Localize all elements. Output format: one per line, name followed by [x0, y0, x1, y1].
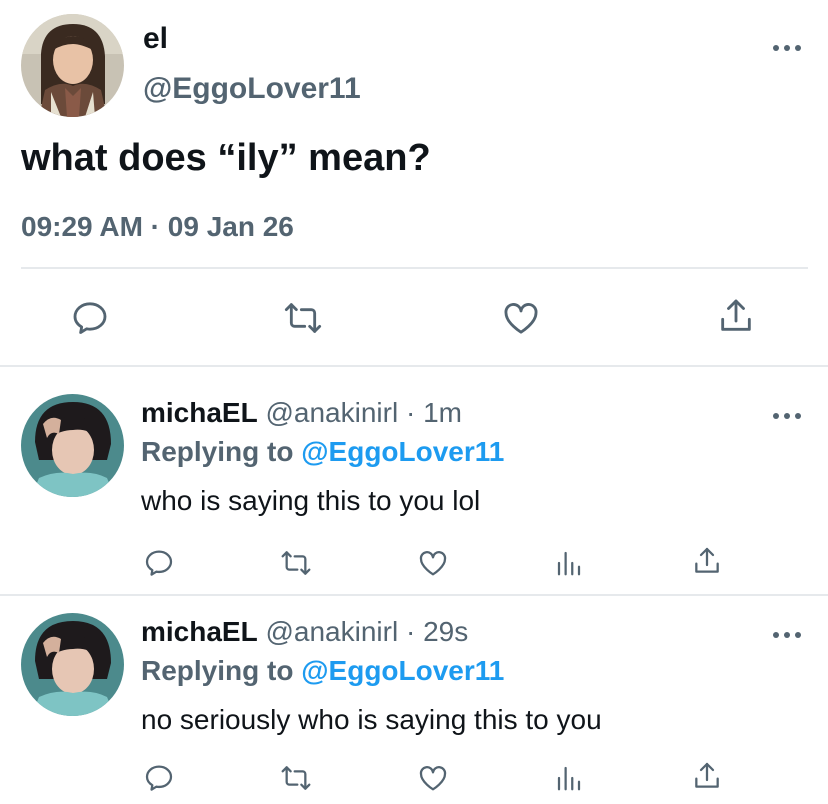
reply-tweet: michaEL @anakinirl · 1m Replying to @Egg… [0, 367, 828, 595]
analytics-icon[interactable] [554, 762, 584, 799]
display-name[interactable]: michaEL [141, 397, 258, 428]
more-options-icon[interactable] [772, 40, 802, 51]
replying-to-label: Replying to [141, 436, 294, 467]
replying-to: Replying to @EggoLover11 [141, 655, 504, 687]
like-icon[interactable] [416, 547, 450, 584]
handle-and-time[interactable]: @anakinirl · 1m [265, 397, 461, 428]
reply-text: who is saying this to you lol [141, 485, 481, 516]
retweet-icon[interactable] [279, 547, 313, 584]
replying-to-label: Replying to [141, 655, 294, 686]
reply-icon[interactable] [143, 547, 175, 584]
tweet-text: what does “ily” mean? [21, 137, 431, 179]
share-icon[interactable] [716, 296, 756, 341]
reply-icon[interactable] [70, 298, 110, 343]
retweet-icon[interactable] [282, 298, 324, 343]
profile-photo-icon [21, 394, 124, 497]
divider [21, 267, 808, 269]
profile-photo-icon [21, 613, 124, 716]
more-options-icon[interactable] [772, 408, 802, 419]
display-name[interactable]: el [143, 22, 168, 56]
reply-header: michaEL @anakinirl · 29s [141, 616, 468, 648]
mention-link[interactable]: @EggoLover11 [301, 655, 504, 686]
avatar[interactable] [21, 14, 124, 117]
mention-link[interactable]: @EggoLover11 [301, 436, 504, 467]
handle-and-time[interactable]: @anakinirl · 29s [265, 616, 468, 647]
reply-header: michaEL @anakinirl · 1m [141, 397, 462, 429]
reply-text: no seriously who is saying this to you [141, 704, 602, 735]
display-name[interactable]: michaEL [141, 616, 258, 647]
avatar[interactable] [21, 613, 124, 716]
user-handle[interactable]: @EggoLover11 [143, 72, 361, 106]
more-options-icon[interactable] [772, 627, 802, 638]
like-icon[interactable] [416, 762, 450, 799]
reply-tweet: michaEL @anakinirl · 29s Replying to @Eg… [0, 596, 828, 804]
tweet-timestamp[interactable]: 09:29 AM · 09 Jan 26 [21, 211, 294, 243]
avatar[interactable] [21, 394, 124, 497]
share-icon[interactable] [691, 545, 723, 582]
retweet-icon[interactable] [279, 762, 313, 799]
profile-photo-icon [21, 14, 124, 117]
main-tweet: el @EggoLover11 what does “ily” mean? 09… [0, 0, 828, 366]
analytics-icon[interactable] [554, 547, 584, 584]
like-icon[interactable] [500, 298, 542, 343]
share-icon[interactable] [691, 760, 723, 797]
replying-to: Replying to @EggoLover11 [141, 436, 504, 468]
reply-icon[interactable] [143, 762, 175, 799]
